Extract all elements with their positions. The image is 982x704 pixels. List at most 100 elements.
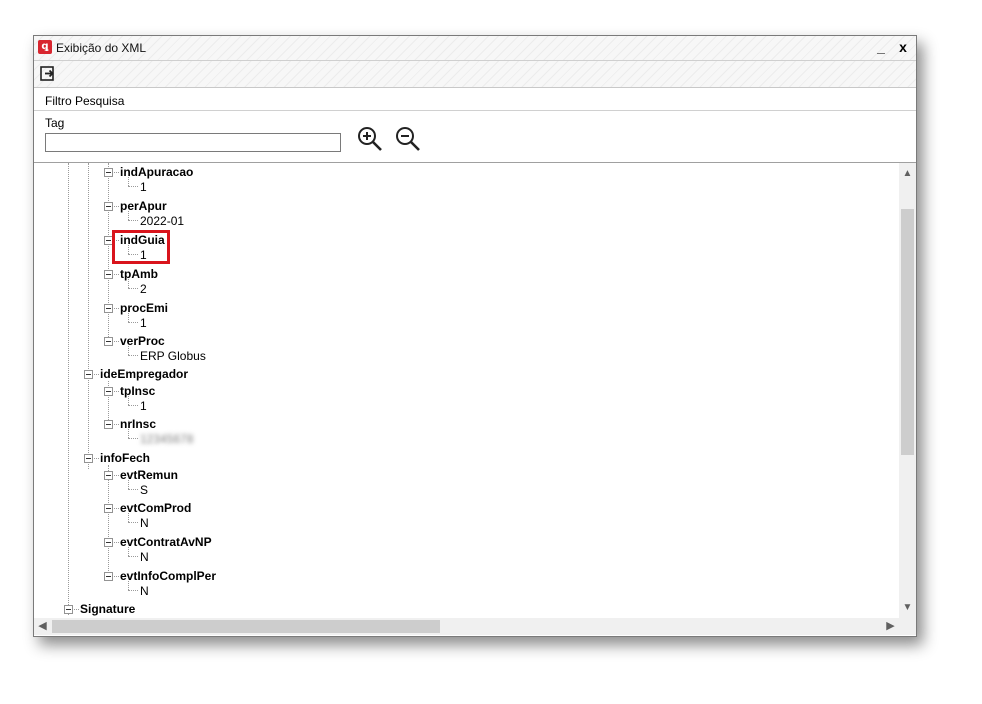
vertical-scroll-thumb[interactable] [901,209,914,455]
tag-label: Tag [45,116,65,130]
tag-search-input[interactable] [45,133,341,152]
title-bar: ꝗ Exibição do XML _ x [34,36,916,61]
xml-tree-view[interactable]: indApuracao 1 perApur 2022-01 indGuia 1 … [34,163,898,618]
tree-connector [114,424,119,425]
tree-node-tpamb[interactable]: tpAmb [120,267,158,281]
tree-value-evtremun[interactable]: S [140,483,148,497]
exit-button[interactable] [39,65,57,83]
tree-connector [128,522,138,523]
tree-node-infofech[interactable]: infoFech [100,451,150,465]
window-title: Exibição do XML [56,41,147,55]
tree-value-nrinsc-redacted[interactable]: 12345678 [140,432,193,446]
tree-connector [74,609,79,610]
tree-connector [128,288,138,289]
zoom-out-button[interactable] [394,125,422,153]
tree-node-perapur[interactable]: perApur [120,199,167,213]
collapse-toggle[interactable] [104,504,113,513]
collapse-toggle[interactable] [104,168,113,177]
scroll-up-icon[interactable]: ▲ [899,165,916,182]
tree-connector [128,279,129,288]
tree-guide-line [68,163,69,615]
tree-guide-line [88,163,89,469]
tree-value-tpamb[interactable]: 2 [140,282,147,296]
tree-node-verproc[interactable]: verProc [120,334,165,348]
zoom-in-button[interactable] [356,125,384,153]
tree-connector [128,396,129,405]
tree-node-ideempregador[interactable]: ideEmpregador [100,367,188,381]
collapse-toggle[interactable] [104,471,113,480]
scroll-down-icon[interactable]: ▼ [899,599,916,616]
collapse-toggle[interactable] [104,387,113,396]
tree-connector [128,556,138,557]
tree-connector [114,206,119,207]
tree-connector [114,508,119,509]
tree-connector [128,438,138,439]
tree-connector [114,274,119,275]
tree-value-indapuracao[interactable]: 1 [140,180,147,194]
tree-node-evtcontratavnp[interactable]: evtContratAvNP [120,535,212,549]
tree-connector [128,346,129,355]
tree-connector [128,186,138,187]
tree-value-evtinfocomplper[interactable]: N [140,584,149,598]
filter-panel: Filtro Pesquisa Tag [34,88,916,163]
scroll-right-icon[interactable]: ▶ [882,618,899,635]
tree-connector [114,308,119,309]
tree-node-tpinsc[interactable]: tpInsc [120,384,155,398]
tree-node-nrinsc[interactable]: nrInsc [120,417,156,431]
tree-node-evtinfocomplper[interactable]: evtInfoComplPer [120,569,216,583]
close-button[interactable]: x [894,38,912,56]
tree-guide-line [108,163,109,341]
zoom-in-icon [358,127,382,151]
tree-connector [114,172,119,173]
zoom-out-icon [396,127,420,151]
tree-connector [128,177,129,186]
group-divider [34,110,916,111]
tree-connector [114,475,119,476]
collapse-toggle[interactable] [104,572,113,581]
tree-connector [114,542,119,543]
toolbar [34,61,916,88]
tree-connector [128,489,138,490]
tree-guide-line [108,465,109,577]
tree-node-signature[interactable]: Signature [80,602,135,616]
vertical-scrollbar[interactable]: ▲ ▼ [899,163,916,618]
tree-connector [128,220,138,221]
filter-group-label: Filtro Pesquisa [45,94,125,108]
tree-value-perapur[interactable]: 2022-01 [140,214,184,228]
tree-node-evtcomprod[interactable]: evtComProd [120,501,191,515]
collapse-toggle[interactable] [104,337,113,346]
tree-connector [114,341,119,342]
tree-connector [128,581,129,590]
collapse-toggle[interactable] [84,454,93,463]
tree-value-evtcomprod[interactable]: N [140,516,149,530]
tree-connector [128,480,129,489]
tree-connector [128,590,138,591]
collapse-toggle[interactable] [84,370,93,379]
minimize-button[interactable]: _ [872,38,890,56]
tree-value-evtcontratavnp[interactable]: N [140,550,149,564]
app-logo-icon: ꝗ [38,40,52,54]
scroll-left-icon[interactable]: ◀ [34,618,51,635]
tree-connector [94,374,99,375]
tree-connector [128,547,129,556]
tree-connector [128,405,138,406]
collapse-toggle[interactable] [104,420,113,429]
horizontal-scrollbar[interactable]: ◀ ▶ [34,618,916,635]
tree-connector [128,429,129,438]
tree-connector [94,458,99,459]
tree-value-tpinsc[interactable]: 1 [140,399,147,413]
tree-value-verproc[interactable]: ERP Globus [140,349,206,363]
horizontal-scroll-thumb[interactable] [52,620,440,633]
collapse-toggle[interactable] [64,605,73,614]
tree-value-procemi[interactable]: 1 [140,316,147,330]
tree-node-indapuracao[interactable]: indApuracao [120,165,193,179]
collapse-toggle[interactable] [104,202,113,211]
collapse-toggle[interactable] [104,304,113,313]
collapse-toggle[interactable] [104,270,113,279]
tree-connector [128,313,129,322]
tree-connector [114,576,119,577]
tree-connector [128,355,138,356]
tree-connector [114,391,119,392]
collapse-toggle[interactable] [104,538,113,547]
exit-icon [40,66,54,81]
